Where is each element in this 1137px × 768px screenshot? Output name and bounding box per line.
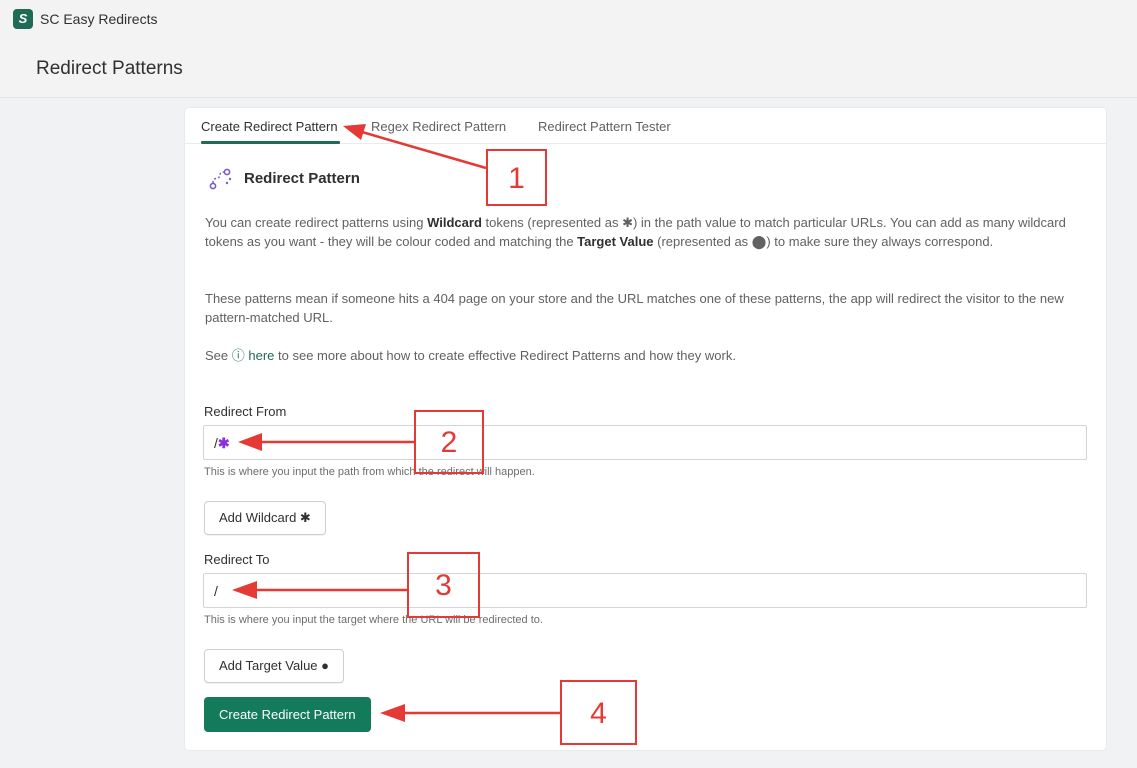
- redirect-from-help: This is where you input the path from wh…: [204, 466, 535, 478]
- tab-regex-redirect-pattern[interactable]: Regex Redirect Pattern: [371, 119, 506, 134]
- redirect-from-label: Redirect From: [204, 404, 287, 419]
- tab-redirect-pattern-tester[interactable]: Redirect Pattern Tester: [538, 119, 671, 134]
- add-target-value-button[interactable]: Add Target Value ●: [204, 649, 344, 683]
- page-title: Redirect Patterns: [36, 58, 183, 79]
- route-pattern-icon: [209, 168, 232, 190]
- annotation-3: 3: [407, 552, 480, 618]
- active-tab-indicator: [201, 141, 340, 144]
- annotation-1: 1: [486, 149, 547, 206]
- info-icon: ⓘ: [231, 348, 245, 363]
- redirect-to-label: Redirect To: [204, 552, 270, 567]
- app-name: SC Easy Redirects: [40, 11, 158, 27]
- help-link[interactable]: ⓘ here: [232, 348, 275, 363]
- tab-bar: Create Redirect Pattern Regex Redirect P…: [185, 108, 1106, 144]
- main-card: Create Redirect Pattern Regex Redirect P…: [185, 108, 1106, 750]
- annotation-2: 2: [414, 410, 484, 474]
- add-wildcard-button[interactable]: Add Wildcard ✱: [204, 501, 326, 535]
- top-bar: S SC Easy Redirects Redirect Patterns: [0, 0, 1137, 98]
- description-404: These patterns mean if someone hits a 40…: [205, 291, 1064, 325]
- app-logo-icon: S: [13, 9, 33, 29]
- description-help-link: See ⓘ here to see more about how to crea…: [205, 348, 736, 363]
- redirect-to-input[interactable]: /: [203, 573, 1087, 608]
- section-title: Redirect Pattern: [244, 170, 360, 187]
- redirect-to-help: This is where you input the target where…: [204, 614, 543, 626]
- description-wildcard: You can create redirect patterns using W…: [205, 215, 1066, 249]
- tab-create-redirect-pattern[interactable]: Create Redirect Pattern: [201, 119, 338, 134]
- create-redirect-pattern-button[interactable]: Create Redirect Pattern: [204, 697, 371, 732]
- redirect-from-input[interactable]: /✱: [203, 425, 1087, 460]
- annotation-4: 4: [560, 680, 637, 745]
- wildcard-token: ✱: [217, 435, 230, 451]
